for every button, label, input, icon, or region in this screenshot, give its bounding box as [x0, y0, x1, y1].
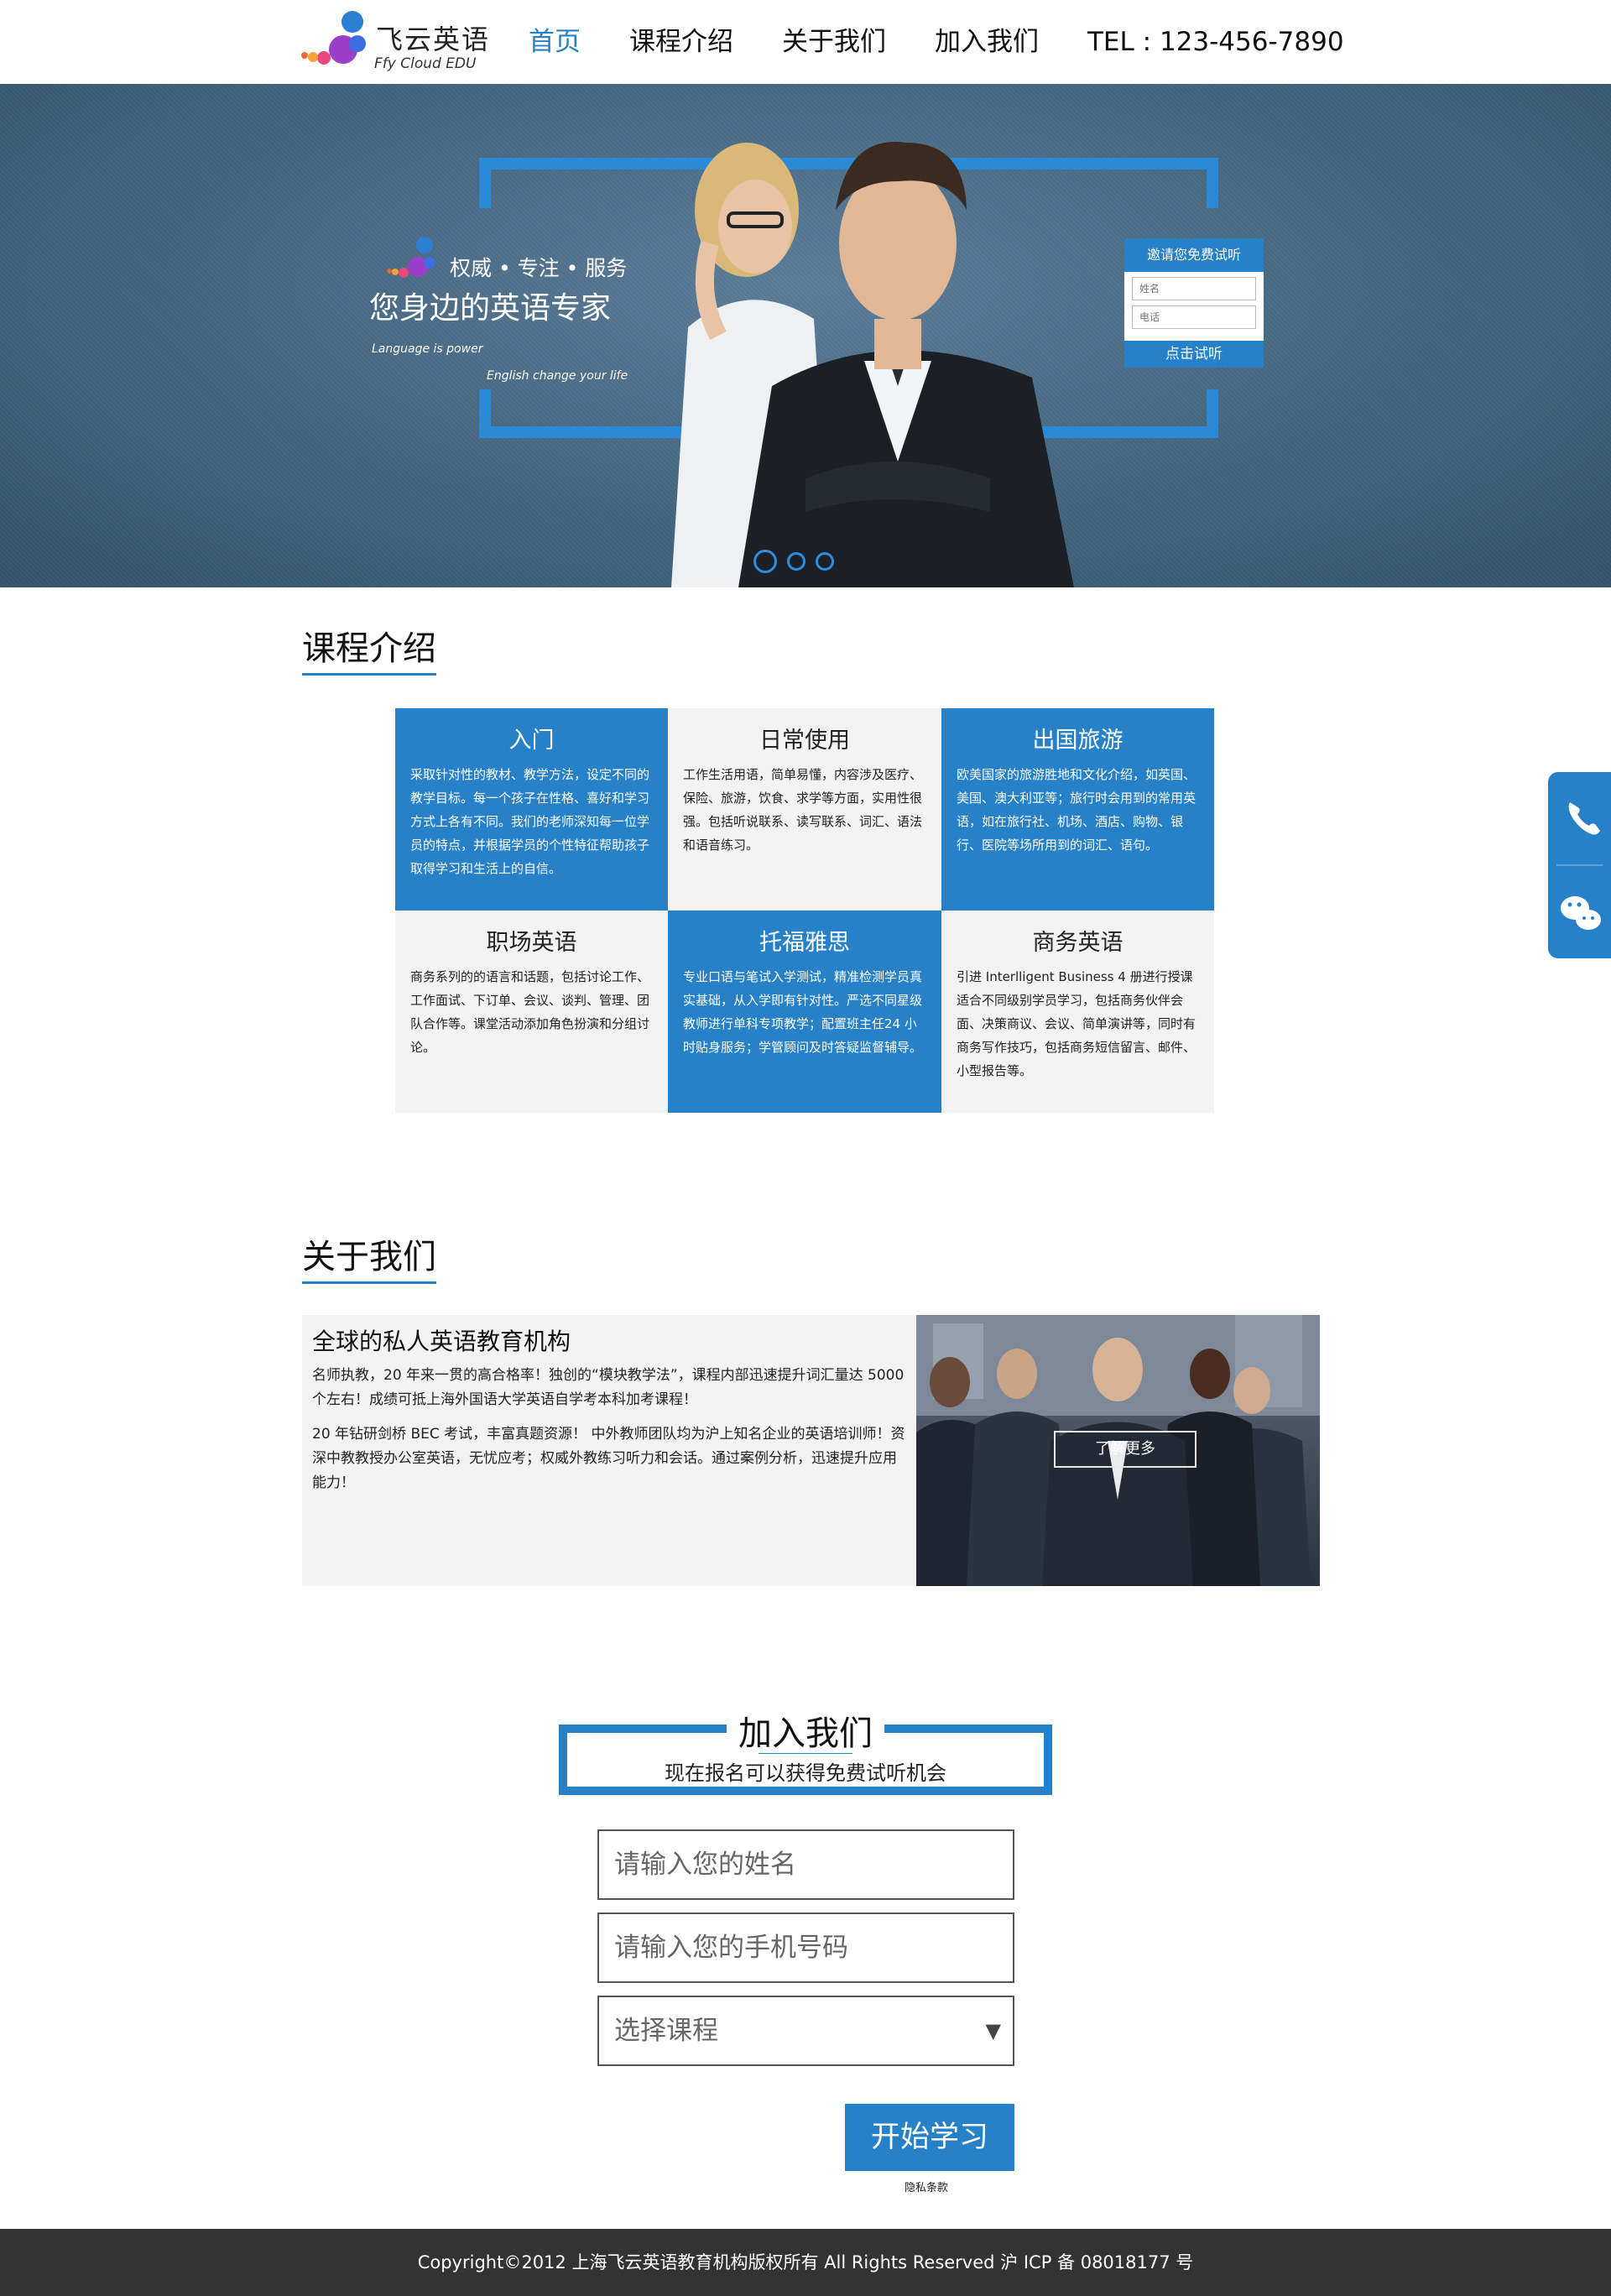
about-section-title: 关于我们: [302, 1229, 436, 1284]
hero-banner: 权威 • 专注 • 服务 您身边的英语专家 Language is power …: [0, 84, 1611, 587]
trial-form: 邀请您免费试听 点击试听: [1124, 238, 1264, 368]
slider-dot-2[interactable]: [787, 552, 806, 571]
course-title: 入门: [508, 728, 555, 754]
course-title: 日常使用: [759, 728, 850, 754]
banner-slogan-2: English change your life: [487, 369, 628, 383]
about-text-panel: 全球的私人英语教育机构 名师执教，20 年来一贯的高合格率！独创的“模块教学法”…: [302, 1315, 916, 1586]
course-select[interactable]: 选择课程 ▼: [597, 1996, 1014, 2066]
dropdown-arrow-icon: ▼: [985, 2019, 1001, 2043]
side-contact-widget: [1548, 772, 1611, 958]
course-title: 职场英语: [486, 930, 577, 956]
banner-slogan-1: Language is power: [372, 342, 483, 356]
course-title: 商务英语: [1032, 930, 1124, 956]
course-description: 采取针对性的教材、教学方法，设定不同的教学目标。每一个孩子在性格、喜好和学习方式…: [410, 767, 650, 876]
site-footer: Copyright©2012 上海飞云英语教育机构版权所有 All Rights…: [0, 2229, 1611, 2296]
privacy-link[interactable]: 隐私条款: [905, 2179, 948, 2194]
course-description: 工作生活用语，简单易懂，内容涉及医疗、保险、旅游，饮食、求学等方面，实用性很强。…: [683, 767, 923, 853]
course-card[interactable]: 职场英语 商务系列的的语言和话题，包括讨论工作、工作面试、下订单、会议、谈判、管…: [395, 911, 668, 1113]
logo[interactable]: 飞云英语 Ffy Cloud EDU: [300, 10, 493, 74]
trial-name-input[interactable]: [1132, 277, 1256, 300]
join-section-title: 加入我们: [559, 1706, 1052, 1755]
join-header: 加入我们 现在报名可以获得免费试听机会: [559, 1714, 1052, 1795]
about-team-image: 了解更多: [916, 1315, 1320, 1586]
course-card[interactable]: 出国旅游 欧美国家的旅游胜地和文化介绍，如英国、美国、澳大利亚等；旅行时会用到的…: [941, 708, 1214, 911]
course-title: 托福雅思: [759, 930, 850, 956]
courses-grid: 入门 采取针对性的教材、教学方法，设定不同的教学目标。每一个孩子在性格、喜好和学…: [395, 708, 1214, 1113]
trial-phone-input[interactable]: [1132, 305, 1256, 329]
about-heading: 全球的私人英语教育机构: [312, 1328, 571, 1355]
course-description: 欧美国家的旅游胜地和文化介绍，如英国、美国、澳大利亚等；旅行时会用到的常用英语，…: [957, 767, 1197, 853]
course-description: 专业口语与笔试入学测试，精准检测学员真实基础，从入学即有针对性。严选不同星级教师…: [683, 969, 923, 1055]
join-subtitle: 现在报名可以获得免费试听机会: [665, 1761, 946, 1785]
nav-join[interactable]: 加入我们: [935, 23, 1039, 60]
join-phone-input[interactable]: 请输入您的手机号码: [597, 1912, 1014, 1983]
course-description: 商务系列的的语言和话题，包括讨论工作、工作面试、下订单、会议、谈判、管理、团队合…: [410, 969, 650, 1055]
copyright-text: Copyright©2012 上海飞云英语教育机构版权所有 All Rights…: [417, 2252, 1194, 2273]
slider-dot-1[interactable]: [753, 550, 777, 573]
banner-logo-icon: [387, 237, 435, 278]
learn-more-button[interactable]: 了解更多: [1054, 1431, 1197, 1468]
logo-dots-icon: [301, 11, 366, 65]
telephone: TEL : 123-456-7890: [1087, 27, 1344, 57]
course-select-value: 选择课程: [614, 2016, 718, 2046]
logo-subtitle: Ffy Cloud EDU: [374, 55, 477, 72]
site-header: 飞云英语 Ffy Cloud EDU 首页 课程介绍 关于我们 加入我们 TEL…: [0, 0, 1611, 84]
main-nav: 首页 课程介绍 关于我们 加入我们 TEL : 123-456-7890: [529, 23, 1344, 60]
trial-submit-button[interactable]: 点击试听: [1124, 341, 1264, 368]
about-paragraph-1: 名师执教，20 年来一贯的高合格率！独创的“模块教学法”，课程内部迅速提升词汇量…: [312, 1367, 905, 1408]
slider-pagination: [753, 550, 844, 573]
course-card[interactable]: 托福雅思 专业口语与笔试入学测试，精准检测学员真实基础，从入学即有针对性。严选不…: [668, 911, 941, 1113]
banner-tagline: 权威 • 专注 • 服务: [450, 256, 628, 280]
course-title: 出国旅游: [1032, 728, 1124, 754]
course-description: 引进 Interlligent Business 4 册进行授课适合不同级别学员…: [957, 969, 1197, 1078]
about-paragraph-2: 20 年钻研剑桥 BEC 考试，丰富真题资源！ 中外教师团队均为沪上知名企业的英…: [312, 1426, 905, 1491]
course-card[interactable]: 日常使用 工作生活用语，简单易懂，内容涉及医疗、保险、旅游，饮食、求学等方面，实…: [668, 708, 941, 911]
logo-title: 飞云英语: [376, 23, 491, 55]
phone-icon: [1568, 802, 1600, 835]
course-card[interactable]: 入门 采取针对性的教材、教学方法，设定不同的教学目标。每一个孩子在性格、喜好和学…: [395, 708, 668, 911]
course-card[interactable]: 商务英语 引进 Interlligent Business 4 册进行授课适合不…: [941, 911, 1214, 1113]
join-name-input[interactable]: 请输入您的姓名: [597, 1829, 1014, 1900]
slider-dot-3[interactable]: [816, 552, 834, 571]
banner-people-image: [671, 142, 1074, 587]
banner-headline: 您身边的英语专家: [369, 291, 612, 326]
courses-section-title: 课程介绍: [302, 621, 436, 676]
start-learning-button[interactable]: 开始学习: [845, 2104, 1014, 2171]
trial-form-title: 邀请您免费试听: [1124, 238, 1264, 272]
wechat-icon: [1561, 896, 1601, 930]
nav-home[interactable]: 首页: [529, 23, 581, 60]
side-icons: [1556, 802, 1603, 930]
nav-courses[interactable]: 课程介绍: [629, 23, 733, 60]
nav-about[interactable]: 关于我们: [782, 23, 886, 60]
